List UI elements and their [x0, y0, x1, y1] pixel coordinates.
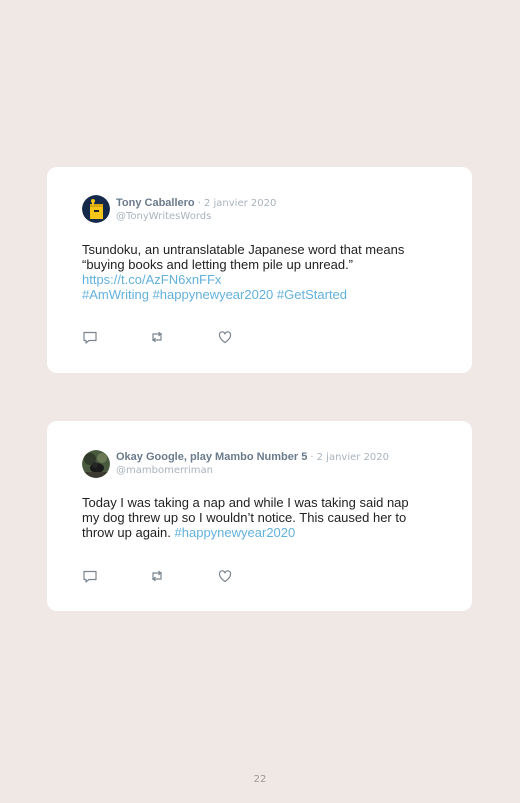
retweet-icon [152, 331, 162, 343]
author-handle[interactable]: @TonyWritesWords [116, 211, 276, 223]
like-icon [218, 331, 232, 344]
retweet-button[interactable] [149, 568, 165, 584]
like-button[interactable] [217, 568, 233, 584]
tweet-header: Tony Caballero · 2 janvier 2020 @TonyWri… [116, 197, 276, 223]
reply-button[interactable] [82, 329, 98, 345]
like-icon [218, 570, 232, 583]
tweet-text: Today I was taking a nap and while I was… [82, 495, 427, 540]
tweet-card[interactable]: Tony Caballero · 2 janvier 2020 @TonyWri… [47, 167, 472, 373]
like-button[interactable] [217, 329, 233, 345]
tweet-date[interactable]: 2 janvier 2020 [204, 198, 276, 209]
author-name[interactable]: Tony Caballero [116, 197, 195, 209]
separator: · [310, 452, 314, 463]
reply-icon [83, 570, 97, 583]
hashtag-link[interactable]: #GetStarted [277, 287, 347, 302]
tweet-text-line: “buying books and letting them pile up u… [82, 257, 354, 272]
book-character-avatar-icon [82, 195, 110, 223]
tweet-text: Tsundoku, an untranslatable Japanese wor… [82, 242, 427, 302]
hashtag-link[interactable]: #AmWriting [82, 287, 149, 302]
author-handle[interactable]: @mambomerriman [116, 465, 389, 477]
retweet-icon [152, 570, 162, 582]
tweet-actions [82, 329, 252, 345]
tweet-date[interactable]: 2 janvier 2020 [317, 452, 389, 463]
reply-icon [83, 331, 97, 344]
retweet-button[interactable] [149, 329, 165, 345]
avatar[interactable] [82, 450, 110, 478]
tweet-text-line: Tsundoku, an untranslatable Japanese wor… [82, 242, 405, 257]
tweet-link[interactable]: https://t.co/AzFN6xnFFx [82, 272, 221, 287]
photo-avatar-icon [82, 450, 110, 478]
avatar[interactable] [82, 195, 110, 223]
hashtag-link[interactable]: #happynewyear2020 [153, 287, 274, 302]
reply-button[interactable] [82, 568, 98, 584]
tweet-actions [82, 568, 252, 584]
hashtag-link[interactable]: #happynewyear2020 [175, 525, 296, 540]
separator: · [197, 198, 201, 209]
tweet-header: Okay Google, play Mambo Number 5 · 2 jan… [116, 451, 389, 477]
page-number: 22 [253, 774, 267, 785]
author-name[interactable]: Okay Google, play Mambo Number 5 [116, 451, 307, 463]
tweet-card[interactable]: Okay Google, play Mambo Number 5 · 2 jan… [47, 421, 472, 611]
